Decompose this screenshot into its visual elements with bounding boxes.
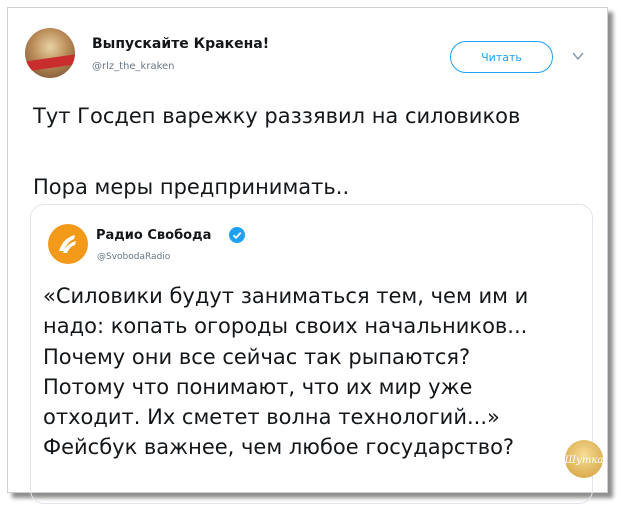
tweet-text-line: Пора меры предпринимать..: [33, 175, 350, 199]
quote-text-line: Фейсбук важнее, чем любое государство?: [43, 435, 515, 459]
follow-button-label: Читать: [481, 50, 522, 64]
radio-svoboda-logo-icon[interactable]: [48, 224, 88, 264]
verified-icon: [229, 227, 245, 243]
chevron-down-icon[interactable]: [571, 49, 585, 63]
quote-text-line: «Силовики будут заниматься тем, чем им и: [43, 284, 529, 308]
quote-text-line: надо: копать огороды своих начальников..…: [43, 314, 528, 338]
quote-text-line: Почему они все сейчас так рыпаются?: [43, 345, 471, 369]
avatar[interactable]: [25, 28, 75, 78]
quote-text-line: Потому что понимают, что их мир уже: [43, 375, 473, 399]
quote-author-name[interactable]: Радио Свобода: [96, 228, 211, 243]
quote-text-line: отходит. Их сметет волна технологий...»: [43, 405, 500, 429]
author-handle[interactable]: @rlz_the_kraken: [92, 61, 175, 72]
follow-button[interactable]: Читать: [450, 41, 553, 73]
quote-author-handle[interactable]: @SvobodaRadio: [97, 252, 170, 262]
avatar-band: [25, 54, 75, 72]
author-name[interactable]: Выпускайте Кракена!: [92, 36, 269, 52]
tweet-text-line: Тут Госдеп варежку раззявил на силовиков: [33, 104, 521, 128]
watermark-badge: Шутка: [564, 440, 603, 478]
svg-text:Шутка: Шутка: [564, 455, 603, 466]
